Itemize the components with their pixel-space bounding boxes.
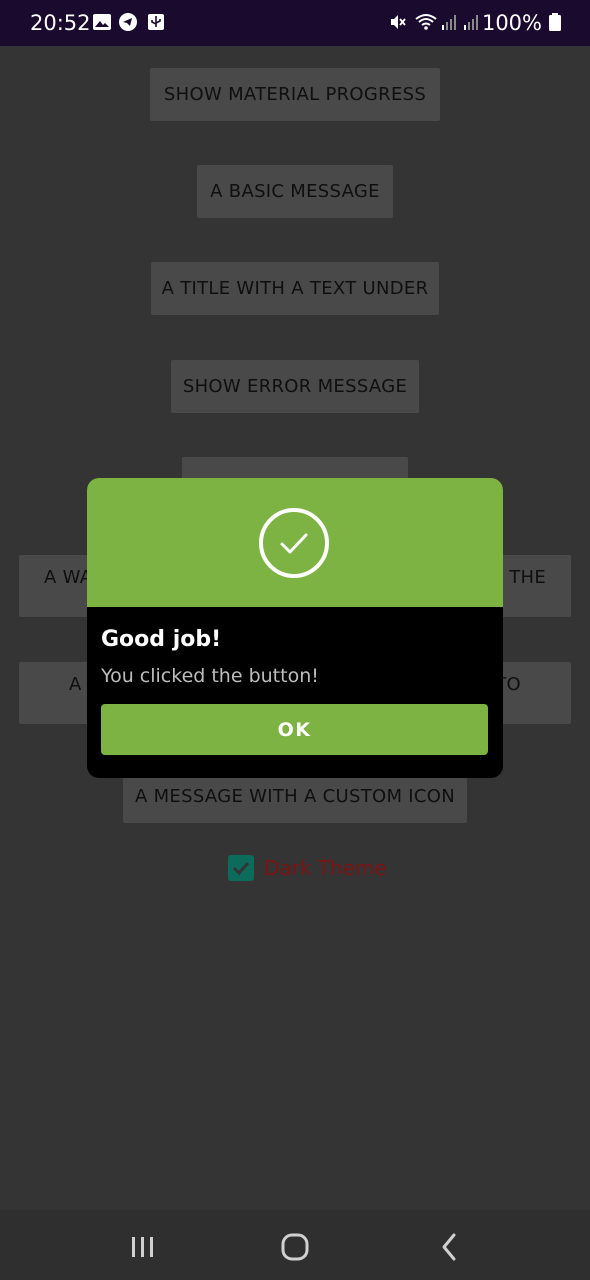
signal-icon <box>442 15 456 30</box>
dark-theme-label: Dark Theme <box>264 856 387 880</box>
confirm-button-label-start: A <box>69 674 82 695</box>
wifi-icon <box>415 14 437 30</box>
ok-button[interactable]: OK <box>101 704 488 755</box>
image-icon <box>93 14 111 30</box>
navigation-bar <box>0 1210 590 1280</box>
success-check-icon <box>259 508 329 578</box>
battery-icon <box>549 13 561 31</box>
success-dialog: Good job! You clicked the button! OK <box>87 478 503 778</box>
telegram-icon <box>119 13 137 31</box>
warning-button-label-start: A WA <box>44 567 93 588</box>
dialog-message: You clicked the button! <box>101 665 319 687</box>
dialog-header <box>87 478 503 607</box>
show-error-message-button[interactable]: SHOW ERROR MESSAGE <box>171 360 419 413</box>
status-time: 20:52 <box>30 11 91 35</box>
signal-icon <box>464 15 478 30</box>
warning-button-label-end: THE <box>509 567 546 588</box>
checkbox-checked-icon[interactable] <box>228 855 254 881</box>
battery-percent: 100% <box>481 11 542 35</box>
basic-message-button[interactable]: A BASIC MESSAGE <box>197 165 393 218</box>
title-with-text-button[interactable]: A TITLE WITH A TEXT UNDER <box>151 262 439 315</box>
home-icon[interactable] <box>280 1232 310 1262</box>
status-bar: 20:52 100% <box>0 0 590 46</box>
mute-icon <box>391 15 406 29</box>
dark-theme-checkbox[interactable]: Dark Theme <box>228 854 387 882</box>
recent-apps-icon[interactable] <box>128 1232 158 1262</box>
show-material-progress-button[interactable]: SHOW MATERIAL PROGRESS <box>150 68 440 121</box>
usb-icon <box>148 14 164 30</box>
dialog-title: Good job! <box>101 627 222 652</box>
back-icon[interactable] <box>435 1232 465 1262</box>
